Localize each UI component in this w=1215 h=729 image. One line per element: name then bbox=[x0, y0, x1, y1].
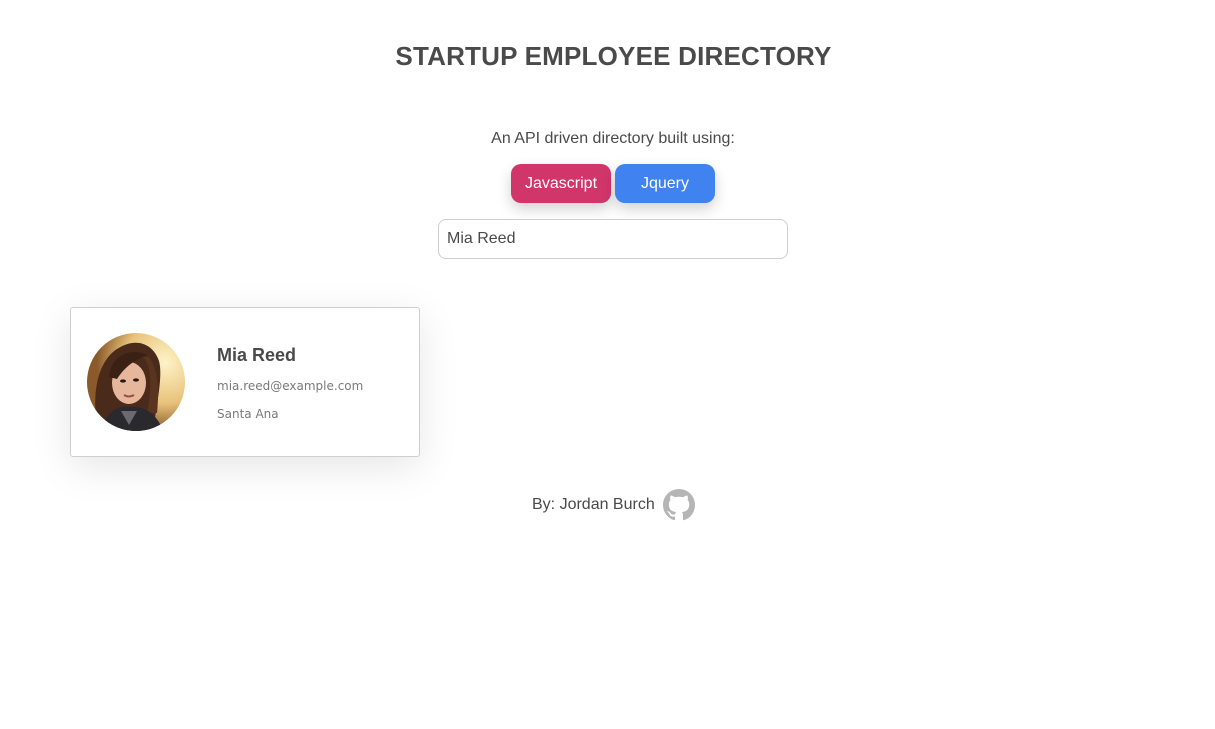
javascript-button[interactable]: Javascript bbox=[511, 164, 611, 203]
page-title: STARTUP EMPLOYEE DIRECTORY bbox=[395, 41, 832, 71]
avatar bbox=[87, 333, 185, 431]
page-subtitle: An API driven directory built using: bbox=[491, 130, 735, 147]
search-input[interactable] bbox=[438, 219, 788, 259]
footer-credit: By: Jordan Burch bbox=[532, 496, 655, 513]
page: STARTUP EMPLOYEE DIRECTORY An API driven… bbox=[0, 0, 1215, 729]
employee-card[interactable]: Mia Reed mia.reed@example.com Santa Ana bbox=[70, 307, 420, 457]
footer: By: Jordan Burch bbox=[532, 489, 695, 521]
profile-photo-icon bbox=[87, 333, 185, 431]
jquery-button[interactable]: Jquery bbox=[615, 164, 715, 203]
employee-name: Mia Reed bbox=[217, 345, 297, 365]
employee-email: mia.reed@example.com bbox=[217, 379, 364, 393]
github-icon[interactable] bbox=[662, 489, 695, 521]
employee-city: Santa Ana bbox=[217, 407, 279, 421]
